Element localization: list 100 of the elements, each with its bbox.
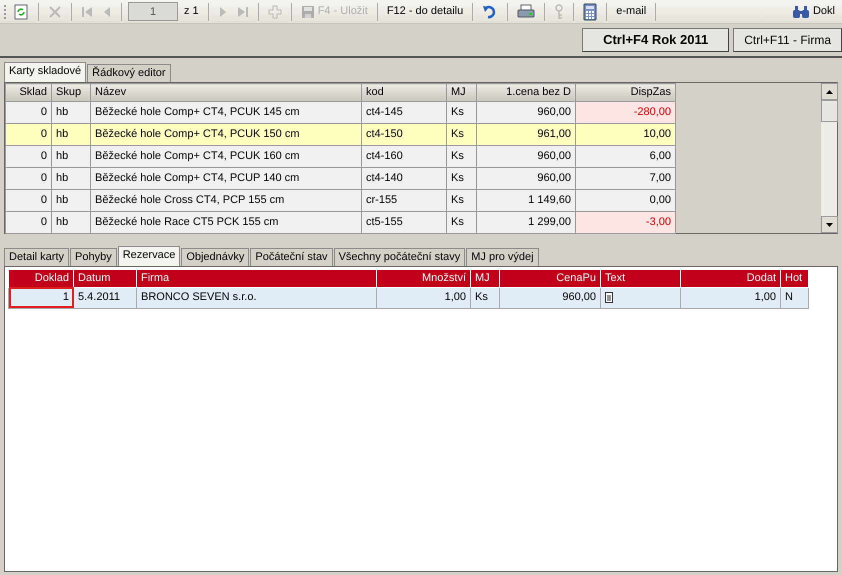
table-cell: ct4-160 bbox=[362, 145, 446, 167]
table-cell: 960,00 bbox=[476, 145, 576, 167]
table-cell: Běžecké hole Comp+ CT4, PCUK 150 cm bbox=[90, 123, 362, 145]
column-header[interactable]: Dodat bbox=[680, 270, 780, 287]
previous-icon bbox=[102, 6, 112, 18]
table-cell: Ks bbox=[446, 211, 476, 233]
table-cell: ct4-150 bbox=[362, 123, 446, 145]
close-icon bbox=[48, 4, 62, 18]
scrollbar[interactable] bbox=[820, 83, 837, 233]
scroll-down-icon[interactable] bbox=[821, 216, 838, 233]
binoculars-icon bbox=[792, 4, 810, 18]
table-cell: 1,00 bbox=[376, 287, 470, 308]
table-cell: ct4-140 bbox=[362, 167, 446, 189]
table-cell: 0 bbox=[6, 145, 52, 167]
column-header[interactable]: Doklad bbox=[8, 270, 74, 287]
table-cell: Ks bbox=[446, 145, 476, 167]
table-cell: 1,00 bbox=[680, 287, 780, 308]
calculator-icon bbox=[583, 2, 598, 20]
table-cell: 0 bbox=[6, 123, 52, 145]
column-header[interactable]: DispZas bbox=[576, 84, 676, 101]
column-header[interactable]: Množství bbox=[376, 270, 470, 287]
table-cell: cr-155 bbox=[362, 189, 446, 211]
table-cell: hb bbox=[52, 211, 90, 233]
column-header[interactable]: Firma bbox=[136, 270, 376, 287]
table-cell: 0,00 bbox=[576, 189, 676, 211]
tab[interactable]: Počáteční stav bbox=[250, 248, 333, 266]
table-cell: 6,00 bbox=[576, 145, 676, 167]
next-icon bbox=[218, 6, 228, 18]
table-cell: hb bbox=[52, 123, 90, 145]
table-cell: ct5-155 bbox=[362, 211, 446, 233]
tab[interactable]: Karty skladové bbox=[4, 62, 86, 82]
table-cell: Běžecké hole Race CT5 PCK 155 cm bbox=[90, 211, 362, 233]
table-cell: hb bbox=[52, 145, 90, 167]
toolbar-grip bbox=[4, 4, 7, 20]
table-cell: N bbox=[780, 287, 808, 308]
table-cell: 0 bbox=[6, 211, 52, 233]
table-cell: ct4-145 bbox=[362, 101, 446, 123]
table-cell: 0 bbox=[6, 189, 52, 211]
page-field[interactable]: 1 bbox=[128, 2, 178, 21]
table-cell: 960,00 bbox=[476, 101, 576, 123]
table-cell: 1 299,00 bbox=[476, 211, 576, 233]
table-cell: Ks bbox=[446, 101, 476, 123]
table-cell: BRONCO SEVEN s.r.o. bbox=[136, 287, 376, 308]
table-cell: hb bbox=[52, 101, 90, 123]
action-button[interactable]: Ctrl+F11 - Firma bbox=[733, 28, 842, 52]
tab[interactable]: Pohyby bbox=[70, 248, 117, 266]
key-icon bbox=[554, 4, 564, 20]
column-header[interactable]: 1.cena bez D bbox=[476, 84, 576, 101]
table-cell: -3,00 bbox=[576, 211, 676, 233]
scroll-thumb[interactable] bbox=[821, 100, 838, 122]
table-cell: Ks bbox=[446, 167, 476, 189]
table-cell: hb bbox=[52, 167, 90, 189]
column-header[interactable]: Text bbox=[600, 270, 680, 287]
table-cell: Běžecké hole Comp+ CT4, PCUK 145 cm bbox=[90, 101, 362, 123]
find-button[interactable]: Dokl bbox=[788, 2, 838, 21]
table-cell: Ks bbox=[446, 189, 476, 211]
last-page-icon bbox=[236, 6, 249, 18]
table-cell: 960,00 bbox=[500, 287, 600, 308]
tab[interactable]: MJ pro výdej bbox=[466, 248, 539, 266]
column-header[interactable]: Sklad bbox=[6, 84, 52, 101]
table-cell: Ks bbox=[470, 287, 500, 308]
column-header[interactable]: Název bbox=[90, 84, 362, 101]
save-icon bbox=[300, 4, 315, 18]
note-icon bbox=[605, 292, 613, 303]
column-header[interactable]: MJ bbox=[446, 84, 476, 101]
table-cell: Ks bbox=[446, 123, 476, 145]
column-header[interactable]: Datum bbox=[74, 270, 136, 287]
tab[interactable]: Všechny počáteční stavy bbox=[334, 248, 466, 266]
column-header[interactable]: CenaPu bbox=[500, 270, 600, 287]
tab[interactable]: Detail karty bbox=[4, 248, 70, 266]
column-header[interactable]: Hot bbox=[780, 270, 808, 287]
table-cell: 1 bbox=[8, 287, 74, 308]
table-cell: 1 149,60 bbox=[476, 189, 576, 211]
table-cell: Běžecké hole Cross CT4, PCP 155 cm bbox=[90, 189, 362, 211]
table-cell: hb bbox=[52, 189, 90, 211]
table-cell: 960,00 bbox=[476, 167, 576, 189]
scroll-up-icon[interactable] bbox=[821, 83, 838, 100]
table-cell: Běžecké hole Comp+ CT4, PCUK 160 cm bbox=[90, 145, 362, 167]
page-count-label: z 1 bbox=[184, 4, 199, 20]
toolbar-button[interactable]: e-mail bbox=[613, 2, 650, 21]
table-cell: Běžecké hole Comp+ CT4, PCUP 140 cm bbox=[90, 167, 362, 189]
refresh-icon bbox=[13, 4, 29, 20]
plus-icon bbox=[268, 4, 282, 18]
tab[interactable]: Řádkový editor bbox=[87, 64, 171, 82]
table-cell: 0 bbox=[6, 167, 52, 189]
column-header[interactable]: kod bbox=[362, 84, 446, 101]
column-header[interactable]: MJ bbox=[470, 270, 500, 287]
tab[interactable]: Objednávky bbox=[181, 248, 250, 266]
tab[interactable]: Rezervace bbox=[118, 246, 180, 266]
table-cell: 7,00 bbox=[576, 167, 676, 189]
table-cell: 961,00 bbox=[476, 123, 576, 145]
column-header[interactable]: Skup bbox=[52, 84, 90, 101]
table-cell: 10,00 bbox=[576, 123, 676, 145]
table-cell: 0 bbox=[6, 101, 52, 123]
action-button[interactable]: Ctrl+F4 Rok 2011 bbox=[582, 28, 730, 52]
toolbar-button[interactable]: F12 - do detailu bbox=[384, 2, 466, 21]
first-page-icon bbox=[81, 6, 93, 18]
table-cell: 5.4.2011 bbox=[74, 287, 136, 308]
table-cell: -280,00 bbox=[576, 101, 676, 123]
printer-icon bbox=[517, 4, 536, 20]
